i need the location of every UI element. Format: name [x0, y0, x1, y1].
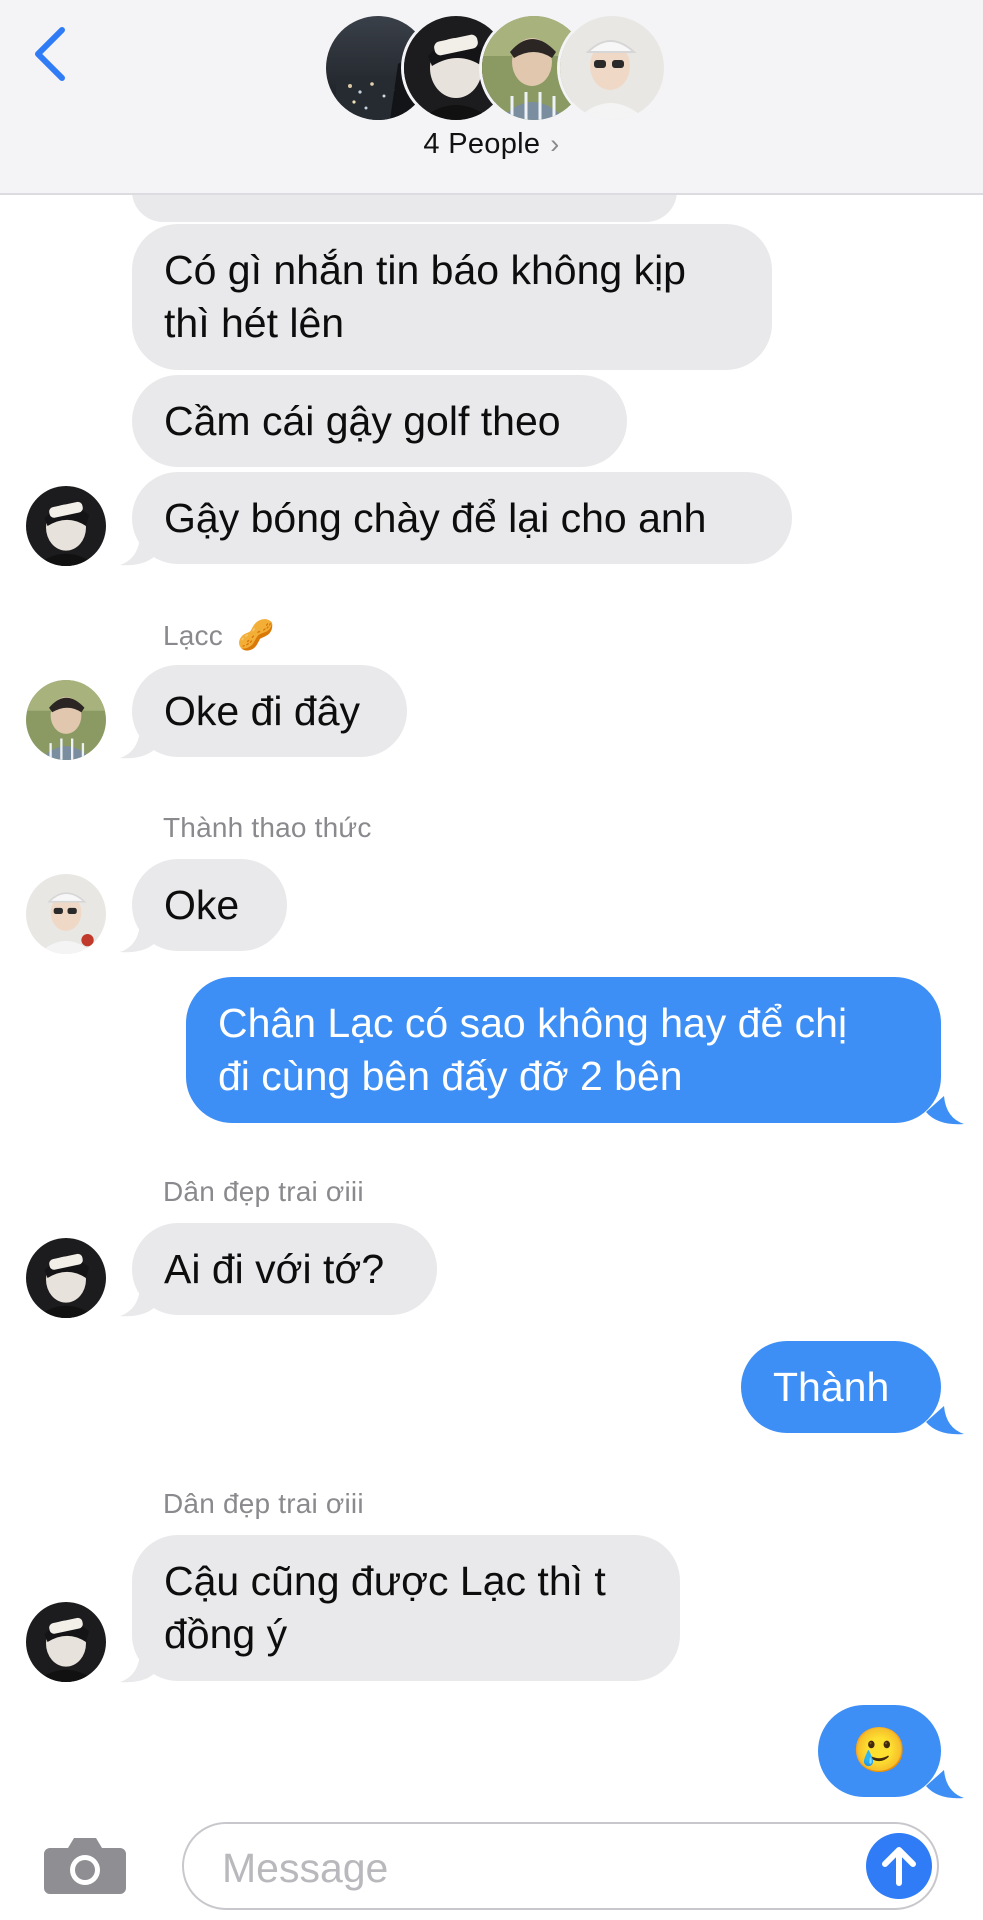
conversation-screen: 4 People › Có gì nhắn tin báo không kịp t… [0, 0, 983, 1920]
bubble-tail [120, 1654, 158, 1683]
message-text: Thành [773, 1363, 890, 1410]
bubble-tail [120, 1288, 158, 1317]
message-text: Gậy bóng chày để lại cho anh [164, 494, 707, 541]
sender-avatar[interactable] [26, 680, 106, 760]
chevron-left-icon [35, 27, 65, 81]
sender-name: Dân đẹp trai ơiii [163, 1176, 364, 1207]
send-button[interactable] [866, 1833, 932, 1899]
message-bubble[interactable]: Gậy bóng chày để lại cho anh [132, 472, 792, 564]
message-text-line: đi cùng bên đấy đỡ 2 bên [218, 1053, 683, 1099]
message-bubble[interactable]: Cầm cái gậy golf theo [132, 375, 627, 467]
sender-name: Thành thao thức [163, 812, 372, 843]
message-text: Cầm cái gậy golf theo [164, 397, 561, 444]
avatar-photo [26, 486, 106, 566]
message-text-line: đồng ý [164, 1611, 288, 1657]
bubble-tail [120, 924, 158, 953]
avatar-photo [26, 1238, 106, 1318]
sender-avatar[interactable] [26, 874, 106, 954]
message-bubble-outgoing[interactable]: Thành [741, 1341, 941, 1433]
sender-avatar[interactable] [26, 1602, 106, 1682]
message-text: Ai đi với tớ? [164, 1245, 385, 1292]
message-bubble-outgoing[interactable]: 🥲 [818, 1705, 941, 1797]
group-avatar-4 [557, 13, 667, 123]
message-bubble[interactable]: Có gì nhắn tin báo không kịp thì hét lên [132, 224, 772, 370]
message-input[interactable] [220, 1840, 824, 1896]
message-bubble[interactable]: Ai đi với tớ? [132, 1223, 437, 1315]
message-text: Oke đi đây [164, 687, 360, 734]
message-text-line: thì hét lên [164, 300, 345, 346]
message-bubble[interactable]: Cậu cũng được Lạc thì t đồng ý [132, 1535, 680, 1681]
group-title: 4 People [423, 128, 541, 160]
message-text-line: Cậu cũng được Lạc thì t [164, 1558, 606, 1604]
sender-name: Lạcc 🥜 [163, 618, 275, 653]
arrow-up-icon [882, 1847, 916, 1886]
chevron-right-icon: › [550, 129, 560, 159]
avatar-photo [26, 680, 106, 760]
group-avatars[interactable] [323, 13, 667, 123]
peanut-emoji: 🥜 [236, 619, 275, 652]
message-text: Oke [164, 881, 240, 928]
bubble-tail [120, 537, 158, 566]
bubble-tail [926, 1096, 964, 1125]
bubble-tail [926, 1406, 964, 1435]
sender-name: Dân đẹp trai ơiii [163, 1488, 364, 1519]
camera-icon [44, 1838, 126, 1894]
message-bubble-outgoing[interactable]: Chân Lạc có sao không hay để chị đi cùng… [186, 977, 941, 1123]
message-text-line: Chân Lạc có sao không hay để chị [218, 1000, 848, 1046]
smiling-tear-emoji: 🥲 [852, 1726, 907, 1775]
message-text-line: Có gì nhắn tin báo không kịp [164, 247, 686, 293]
bubble-tail [120, 730, 158, 759]
message-bubble[interactable]: Oke đi đây [132, 665, 407, 757]
conversation-header: 4 People › [0, 0, 983, 195]
group-title-button[interactable]: 4 People › [0, 128, 983, 161]
bubble-tail [926, 1770, 964, 1799]
camera-button[interactable] [44, 1834, 126, 1896]
sender-avatar[interactable] [26, 1238, 106, 1318]
back-button[interactable] [26, 22, 76, 86]
avatar-photo [26, 874, 106, 954]
sender-name-text: Lạcc [163, 620, 223, 651]
avatar-photo [26, 1602, 106, 1682]
sender-avatar[interactable] [26, 486, 106, 566]
message-input-container [182, 1822, 939, 1910]
